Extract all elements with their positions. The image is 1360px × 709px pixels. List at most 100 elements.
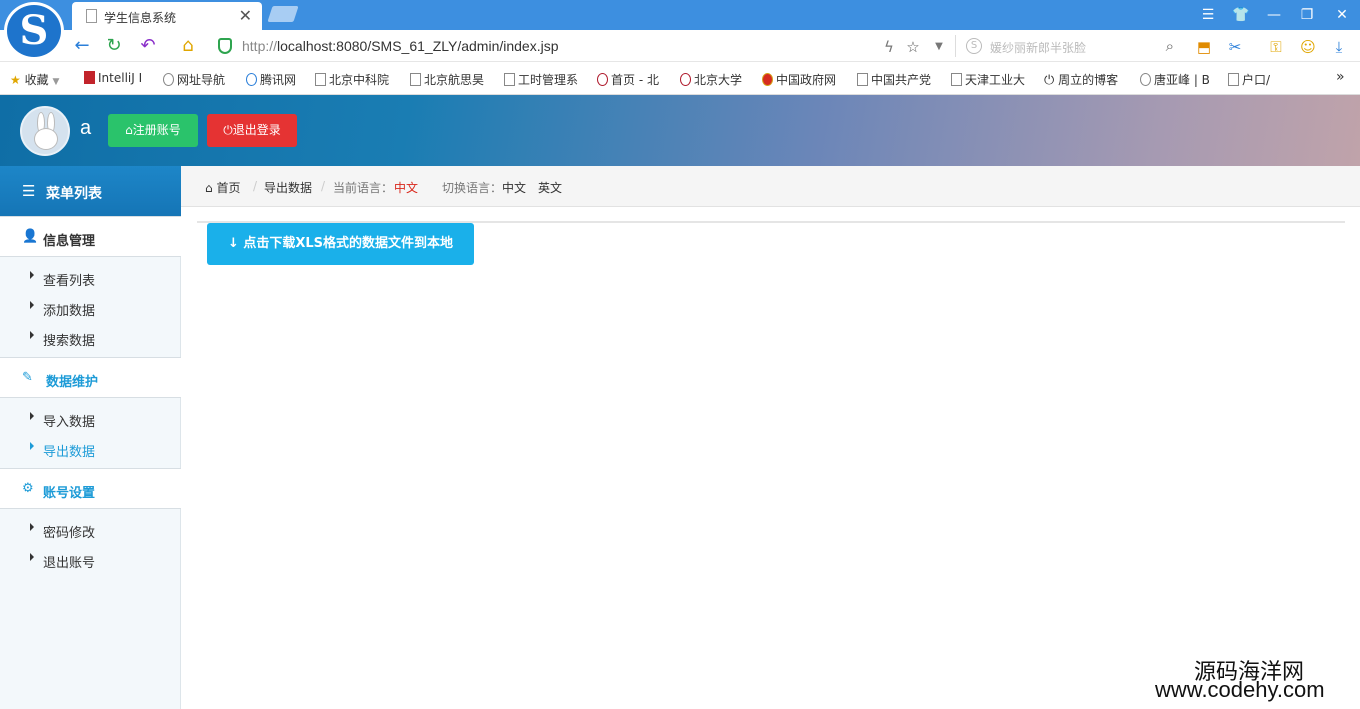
page-icon bbox=[857, 73, 868, 86]
chevron-down-icon[interactable]: ▼ bbox=[928, 36, 950, 58]
sidebar-item-exit-account[interactable]: 退出账号 bbox=[0, 544, 181, 574]
search-icon[interactable]: ⌕ bbox=[1166, 37, 1174, 55]
breadcrumb-current: 导出数据 bbox=[264, 181, 313, 195]
browser-navbar: ← ↻ ↶ ⌂ http://localhost:8080/SMS_61_ZLY… bbox=[0, 30, 1360, 62]
close-window-icon[interactable]: ✕ bbox=[1330, 4, 1354, 26]
sidebar-group-account-settings[interactable]: ⚙ 账号设置 bbox=[0, 468, 181, 509]
register-account-button[interactable]: ⌂注册账号 bbox=[108, 114, 198, 147]
star-icon[interactable]: ☆ bbox=[902, 36, 924, 58]
caret-right-icon bbox=[30, 442, 34, 450]
star-icon: ★ bbox=[10, 73, 21, 87]
watermark-url: www.codehy.com bbox=[1155, 677, 1325, 702]
caret-right-icon bbox=[30, 412, 34, 420]
caret-right-icon bbox=[30, 271, 34, 279]
key-icon[interactable]: ⚿ bbox=[1265, 36, 1287, 58]
sidebar: ☰ 菜单列表 👤 信息管理 查看列表 添加数据 搜索数据 ✎ 数据维护 导入数据… bbox=[0, 166, 181, 709]
bookmark-item[interactable]: 北京航思昊 bbox=[410, 71, 484, 88]
sidebar-item-import-data[interactable]: 导入数据 bbox=[0, 403, 181, 433]
new-tab-button[interactable] bbox=[267, 6, 299, 22]
emblem-icon bbox=[762, 73, 773, 86]
bookmark-item[interactable]: 唐亚峰 | B bbox=[1140, 71, 1210, 88]
scissors-icon[interactable]: ✂ bbox=[1224, 36, 1246, 58]
bookmark-item[interactable]: 中国共产党 bbox=[857, 71, 931, 88]
breadcrumb-home[interactable]: ⌂ 首页 bbox=[205, 179, 240, 196]
bookmark-item[interactable]: 网址导航 bbox=[163, 71, 225, 88]
university-seal-icon bbox=[597, 73, 608, 86]
menu-icon[interactable]: ☰ bbox=[1196, 4, 1220, 26]
bookmark-item[interactable]: 首页 - 北 bbox=[597, 71, 659, 88]
sidebar-item-add-data[interactable]: 添加数据 bbox=[0, 292, 181, 322]
university-seal-icon bbox=[680, 73, 691, 86]
bookmark-item[interactable]: 工时管理系 bbox=[504, 71, 578, 88]
page-icon bbox=[951, 73, 962, 86]
bookmark-item[interactable]: 腾讯网 bbox=[246, 71, 296, 88]
url-rest: :8080/SMS_61_ZLY/admin/index.jsp bbox=[332, 38, 559, 54]
reload-icon[interactable]: ↻ bbox=[102, 34, 126, 58]
breadcrumb-separator: / bbox=[321, 179, 326, 193]
bookmark-item[interactable]: 中国政府网 bbox=[762, 71, 836, 88]
minimize-icon[interactable]: — bbox=[1262, 4, 1286, 26]
browser-titlebar: 学生信息系统 ✕ ☰ 👕 — ❐ ✕ bbox=[0, 0, 1360, 30]
emoji-icon[interactable]: ☺ bbox=[1297, 36, 1319, 58]
power-icon: ⏻ bbox=[223, 123, 233, 137]
sidebar-item-change-password[interactable]: 密码修改 bbox=[0, 514, 181, 544]
skin-icon[interactable]: 👕 bbox=[1229, 4, 1253, 26]
bookmark-item[interactable]: ⏻ 周立的博客 bbox=[1044, 71, 1118, 88]
extension-icon[interactable]: ⬒ bbox=[1193, 36, 1215, 58]
url-host: localhost bbox=[277, 38, 333, 54]
switch-language-chinese[interactable]: 中文 bbox=[502, 179, 526, 196]
address-bar[interactable]: http://localhost:8080/SMS_61_ZLY/admin/i… bbox=[242, 38, 559, 54]
home-icon[interactable]: ⌂ bbox=[176, 34, 200, 58]
caret-right-icon bbox=[30, 523, 34, 531]
bookmark-item[interactable]: 北京大学 bbox=[680, 71, 742, 88]
avatar-icon bbox=[1140, 73, 1151, 86]
rabbit-face bbox=[34, 128, 58, 150]
bookmark-item[interactable]: IntelliJ I bbox=[84, 71, 142, 85]
sidebar-group-info-management[interactable]: 👤 信息管理 bbox=[0, 216, 181, 257]
qq-icon bbox=[246, 73, 257, 86]
sidebar-item-search-data[interactable]: 搜索数据 bbox=[0, 322, 181, 352]
bookmark-item[interactable]: 天津工业大 bbox=[951, 71, 1025, 88]
page-icon bbox=[315, 73, 326, 86]
download-xls-button[interactable]: ↓ 点击下载XLS格式的数据文件到本地 bbox=[207, 223, 474, 265]
username: a bbox=[80, 117, 92, 139]
page-icon bbox=[504, 73, 515, 86]
bookmark-favorites[interactable]: ★ 收藏 ▼ bbox=[10, 71, 59, 88]
url-prefix: http:// bbox=[242, 38, 278, 54]
sidebar-item-view-list[interactable]: 查看列表 bbox=[0, 262, 181, 292]
browser-tab[interactable]: 学生信息系统 ✕ bbox=[72, 2, 262, 30]
back-icon[interactable]: ← bbox=[70, 34, 94, 58]
chevron-down-icon: ▼ bbox=[52, 77, 60, 87]
power-icon: ⏻ bbox=[1044, 73, 1055, 88]
undo-icon[interactable]: ↶ bbox=[136, 34, 160, 58]
gear-icon: ⚙ bbox=[22, 481, 34, 496]
secure-shield-icon bbox=[218, 38, 232, 54]
browser-logo[interactable]: S bbox=[4, 2, 64, 60]
download-icon[interactable]: ⤓ bbox=[1328, 36, 1350, 58]
sidebar-item-export-data[interactable]: 导出数据 bbox=[0, 433, 181, 463]
home-icon: ⌂ bbox=[205, 181, 213, 195]
search-box[interactable]: S 媛纱丽新郎半张脸 ⌕ bbox=[955, 35, 1180, 57]
menu-list-header[interactable]: ☰ 菜单列表 bbox=[0, 166, 181, 216]
sidebar-group-data-maintenance[interactable]: ✎ 数据维护 bbox=[0, 357, 181, 398]
switch-language-english[interactable]: 英文 bbox=[538, 179, 562, 196]
more-bookmarks-icon[interactable]: » bbox=[1336, 69, 1345, 85]
user-icon: 👤 bbox=[22, 229, 39, 244]
bookmark-item[interactable]: 北京中科院 bbox=[315, 71, 389, 88]
bookmark-item[interactable]: 户口/ bbox=[1228, 71, 1270, 88]
close-tab-icon[interactable]: ✕ bbox=[239, 6, 252, 25]
tab-title: 学生信息系统 bbox=[104, 11, 177, 25]
logout-button[interactable]: ⏻退出登录 bbox=[207, 114, 297, 147]
list-icon: ☰ bbox=[22, 182, 36, 200]
caret-right-icon bbox=[30, 301, 34, 309]
breadcrumb-separator: / bbox=[253, 179, 258, 193]
restore-icon[interactable]: ❐ bbox=[1295, 4, 1319, 26]
page-icon bbox=[410, 73, 421, 86]
breadcrumb: ⌂ 首页 / 导出数据 / 当前语言： 中文 切换语言： 中文 英文 bbox=[181, 166, 1360, 207]
search-input[interactable]: 媛纱丽新郎半张脸 bbox=[990, 39, 1086, 56]
lightning-icon[interactable]: ϟ bbox=[878, 36, 900, 58]
avatar[interactable] bbox=[20, 106, 70, 156]
intellij-icon bbox=[84, 71, 95, 84]
current-language-label: 当前语言： bbox=[333, 181, 394, 195]
caret-right-icon bbox=[30, 331, 34, 339]
